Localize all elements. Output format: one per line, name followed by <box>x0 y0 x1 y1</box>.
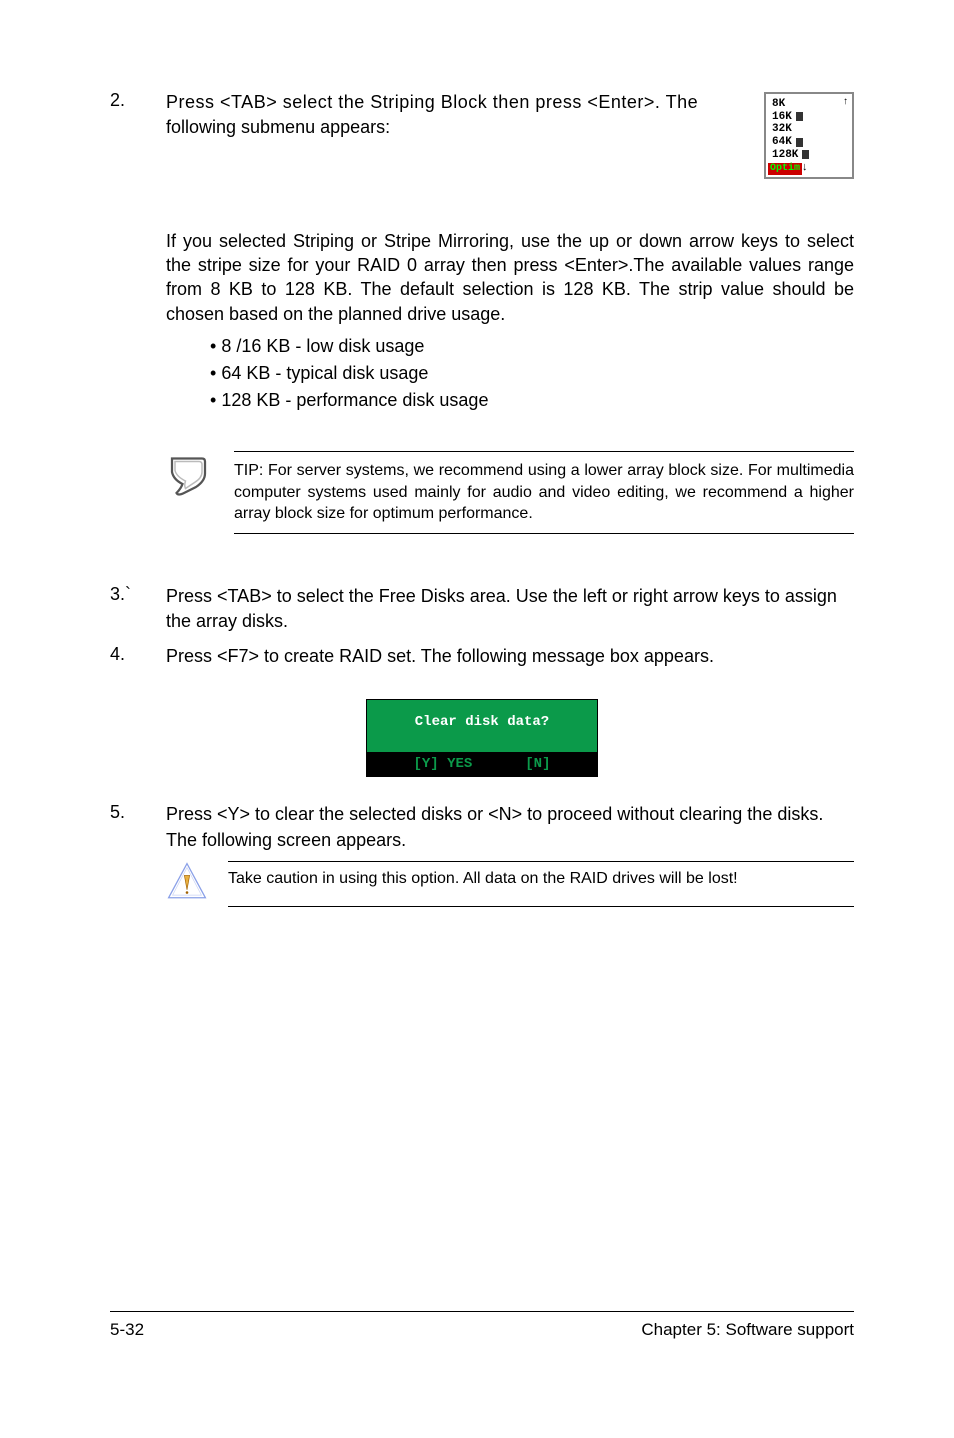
step-number: 5. <box>110 802 134 852</box>
clear-disk-dialog: Clear disk data? [Y] YES [N] <box>366 699 598 777</box>
submenu-item-selected: Optim <box>768 163 802 175</box>
scrollbar-block <box>802 150 809 159</box>
bullet-item: 8 /16 KB - low disk usage <box>210 336 854 357</box>
usage-bullets: 8 /16 KB - low disk usage 64 KB - typica… <box>210 336 854 411</box>
caution-icon <box>166 861 208 908</box>
step2-text-b: following submenu appears: <box>166 117 390 137</box>
step4-text: Press <F7> to create RAID set. The follo… <box>166 644 854 669</box>
tip-text: TIP: For server systems, we recommend us… <box>234 451 854 534</box>
stripe-size-paragraph: If you selected Striping or Stripe Mirro… <box>166 229 854 326</box>
bullet-item: 128 KB - performance disk usage <box>210 390 854 411</box>
submenu-item: 32K <box>772 123 792 136</box>
submenu-item: 16K <box>772 111 792 124</box>
step2-text: Press <TAB> select the Striping Block th… <box>166 90 724 140</box>
scrollbar-block <box>796 112 803 121</box>
bullet-item: 64 KB - typical disk usage <box>210 363 854 384</box>
note-icon <box>166 451 214 504</box>
dialog-yes-option: [Y] YES <box>413 756 472 772</box>
stripe-size-submenu: ↑ 8K 16K 32K 64K 128K Optim ↓ <box>764 92 854 179</box>
arrow-up-icon: ↑ <box>843 96 848 108</box>
submenu-item: 64K <box>772 136 792 149</box>
submenu-item: 8K <box>772 98 785 111</box>
page-number: 5-32 <box>110 1320 144 1340</box>
step2-text-a: Press <TAB> select the Striping Block th… <box>166 92 698 112</box>
caution-text: Take caution in using this option. All d… <box>228 861 854 907</box>
scrollbar-block <box>796 138 803 147</box>
submenu-item: 128K <box>772 149 798 162</box>
step-number: 2. <box>110 90 134 140</box>
step-number: 4. <box>110 644 134 669</box>
arrow-down-icon: ↓ <box>802 161 808 173</box>
dialog-no-option: [N] <box>525 756 550 772</box>
step3-text: Press <TAB> to select the Free Disks are… <box>166 584 854 634</box>
page-footer: 5-32 Chapter 5: Software support <box>110 1311 854 1340</box>
dialog-title: Clear disk data? <box>367 700 597 752</box>
step5-text: Press <Y> to clear the selected disks or… <box>166 802 854 852</box>
step-number: 3.` <box>110 584 134 634</box>
chapter-title: Chapter 5: Software support <box>641 1320 854 1340</box>
